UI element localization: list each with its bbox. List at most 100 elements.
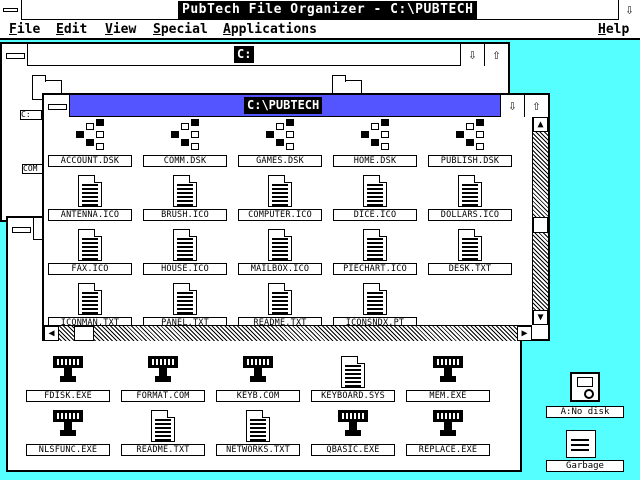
program-icon <box>52 408 84 444</box>
file-label: FAX.ICO <box>48 263 132 275</box>
file-item[interactable]: COMPUTER.ICO <box>234 173 326 225</box>
window-c-titlebar[interactable]: C: ⇩ ⇧ <box>2 44 508 66</box>
file-label: PUBLISH.DSK <box>428 155 512 167</box>
file-label: GAMES.DSK <box>238 155 322 167</box>
file-item[interactable]: NLSFUNC.EXE <box>22 408 114 460</box>
file-label: DESK.TXT <box>428 263 512 275</box>
file-item[interactable]: COMM.DSK <box>139 119 231 171</box>
scroll-down-icon[interactable]: ▼ <box>533 310 548 325</box>
window-pubtech-title: C:\PUBTECH <box>244 97 323 114</box>
floppy-drive-icon <box>570 372 600 402</box>
file-item[interactable]: ACCOUNT.DSK <box>44 119 136 171</box>
window-pubtech[interactable]: C:\PUBTECH ⇩ ⇧ ACCOUNT.DSK COMM.DSK GAMES.… <box>42 93 550 341</box>
document-icon <box>264 227 296 263</box>
scroll-thumb[interactable] <box>74 326 94 341</box>
file-label: HOME.DSK <box>333 155 417 167</box>
file-label: HOUSE.ICO <box>143 263 227 275</box>
document-icon <box>264 281 296 317</box>
window-c-system-button[interactable] <box>2 44 28 66</box>
file-label: DICE.ICO <box>333 209 417 221</box>
file-item[interactable]: BRUSH.ICO <box>139 173 231 225</box>
file-label: ICONMAN.TXT <box>48 317 132 325</box>
drive-a-icon[interactable]: A:No disk <box>544 372 626 420</box>
file-item[interactable]: FORMAT.COM <box>117 354 209 406</box>
file-item[interactable]: ICONMAN.TXT <box>44 281 136 325</box>
file-item[interactable]: FDISK.EXE <box>22 354 114 406</box>
file-item[interactable]: NETWORKS.TXT <box>212 408 304 460</box>
document-icon <box>74 173 106 209</box>
app-title: PubTech File Organizer - C:\PUBTECH <box>178 1 478 19</box>
maximize-icon[interactable]: ⇧ <box>524 95 548 117</box>
document-icon <box>359 281 391 317</box>
file-label: NETWORKS.TXT <box>216 444 300 456</box>
file-item[interactable]: KEYB.COM <box>212 354 304 406</box>
file-item[interactable]: KEYBOARD.SYS <box>307 354 399 406</box>
file-item[interactable]: HOUSE.ICO <box>139 227 231 279</box>
file-label: ACCOUNT.DSK <box>48 155 132 167</box>
disk-group-icon <box>454 119 486 155</box>
file-label: MAILBOX.ICO <box>238 263 322 275</box>
horizontal-scrollbar[interactable]: ◀ ▶ <box>44 325 532 341</box>
file-item[interactable]: HOME.DSK <box>329 119 421 171</box>
file-item[interactable]: QBASIC.EXE <box>307 408 399 460</box>
file-item[interactable]: REPLACE.EXE <box>402 408 494 460</box>
file-label: BRUSH.ICO <box>143 209 227 221</box>
file-item[interactable]: PUBLISH.DSK <box>424 119 516 171</box>
scroll-right-icon[interactable]: ▶ <box>517 326 532 341</box>
folder-label: C: <box>20 110 42 120</box>
scroll-left-icon[interactable]: ◀ <box>44 326 59 341</box>
file-label: DOLLARS.ICO <box>428 209 512 221</box>
file-item[interactable]: PIECHART.ICO <box>329 227 421 279</box>
file-item[interactable]: GAMES.DSK <box>234 119 326 171</box>
file-item[interactable]: MEM.EXE <box>402 354 494 406</box>
menu-edit[interactable]: Edit <box>56 21 87 39</box>
document-icon <box>242 408 274 444</box>
disk-group-icon <box>169 119 201 155</box>
file-label: README.TXT <box>121 444 205 456</box>
file-item[interactable]: README.TXT <box>117 408 209 460</box>
program-icon <box>337 408 369 444</box>
file-item[interactable]: PANEL.TXT <box>139 281 231 325</box>
app-titlebar: PubTech File Organizer - C:\PUBTECH ⇩ <box>0 0 640 20</box>
menu-applications[interactable]: Applications <box>223 21 317 39</box>
minimize-icon[interactable]: ⇩ <box>460 44 484 66</box>
file-item[interactable]: DICE.ICO <box>329 173 421 225</box>
file-item[interactable]: README.TXT <box>234 281 326 325</box>
file-label: MEM.EXE <box>406 390 490 402</box>
minimize-icon[interactable]: ⇩ <box>500 95 524 117</box>
file-item[interactable]: ICONSNDX.PT <box>329 281 421 325</box>
window-pubtech-titlebar[interactable]: C:\PUBTECH ⇩ ⇧ <box>44 95 548 117</box>
window-pubtech-system-button[interactable] <box>44 95 70 117</box>
document-icon <box>169 173 201 209</box>
program-icon <box>242 354 274 390</box>
file-label: COMPUTER.ICO <box>238 209 322 221</box>
maximize-icon[interactable]: ⇧ <box>484 44 508 66</box>
file-label: COMM.DSK <box>143 155 227 167</box>
file-label: README.TXT <box>238 317 322 325</box>
system-menu-button[interactable] <box>0 0 22 20</box>
menu-help[interactable]: Help <box>598 21 629 39</box>
file-label: NLSFUNC.EXE <box>26 444 110 456</box>
trash-icon <box>566 430 596 458</box>
file-item[interactable]: MAILBOX.ICO <box>234 227 326 279</box>
file-item[interactable]: ANTENNA.ICO <box>44 173 136 225</box>
menu-special[interactable]: Special <box>153 21 208 39</box>
file-item[interactable]: DOLLARS.ICO <box>424 173 516 225</box>
garbage-icon[interactable]: Garbage <box>544 426 626 474</box>
window-dos-system-button[interactable] <box>8 218 34 240</box>
scroll-thumb[interactable] <box>533 217 548 233</box>
minimize-icon[interactable]: ⇩ <box>618 0 640 20</box>
document-icon <box>74 281 106 317</box>
drive-a-label: A:No disk <box>546 406 624 418</box>
file-item[interactable]: DESK.TXT <box>424 227 516 279</box>
scroll-up-icon[interactable]: ▲ <box>533 117 548 132</box>
file-label: KEYB.COM <box>216 390 300 402</box>
menu-view[interactable]: View <box>105 21 136 39</box>
menu-file[interactable]: File <box>9 21 40 39</box>
file-label: ICONSNDX.PT <box>333 317 417 325</box>
program-icon <box>432 354 464 390</box>
document-icon <box>169 281 201 317</box>
file-label: PANEL.TXT <box>143 317 227 325</box>
vertical-scrollbar[interactable]: ▲ ▼ <box>532 117 548 325</box>
file-item[interactable]: FAX.ICO <box>44 227 136 279</box>
